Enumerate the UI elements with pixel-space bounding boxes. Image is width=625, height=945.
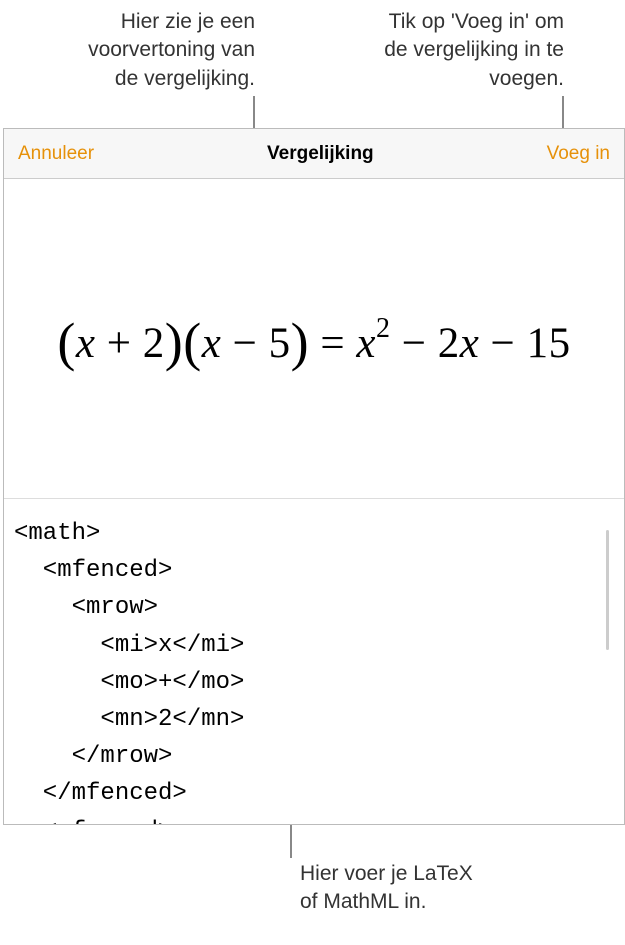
equation-preview: (x + 2)(x − 5) = x2 − 2x − 15 [4,179,624,499]
eq-rparen2: ) [291,312,309,372]
eq-lparen1: ( [57,312,75,372]
callout-preview: Hier zie je eenvoorvertoning vande verge… [40,8,255,93]
eq-15: 15 [527,320,571,367]
eq-sup: 2 [376,313,391,344]
eq-equals: = [309,320,356,367]
editor-header: Annuleer Vergelijking Voeg in [4,129,624,179]
eq-x3: x [356,320,376,367]
eq-x4: x [460,320,480,367]
code-input[interactable]: <math> <mfenced> <mrow> <mi>x</mi> <mo>+… [4,499,624,824]
eq-5: 5 [269,320,291,367]
eq-minus2: − [390,320,437,367]
cancel-button[interactable]: Annuleer [18,143,94,165]
eq-x2: x [202,320,222,367]
equation-rendered: (x + 2)(x − 5) = x2 − 2x − 15 [57,308,570,370]
insert-button[interactable]: Voeg in [547,143,610,165]
eq-minus3: − [479,320,526,367]
eq-x1: x [76,320,96,367]
editor-title: Vergelijking [267,143,374,165]
eq-2: 2 [143,320,165,367]
eq-2x-num: 2 [438,320,460,367]
equation-editor-panel: Annuleer Vergelijking Voeg in (x + 2)(x … [3,128,625,825]
eq-rparen1: ) [165,312,183,372]
callout-input: Hier voer je LaTeXof MathML in. [300,860,550,917]
eq-plus: + [96,320,143,367]
scroll-indicator [606,530,609,650]
callout-insert: Tik op 'Voeg in' omde vergelijking in te… [364,8,564,93]
eq-minus1: − [221,320,268,367]
eq-lparen2: ( [183,312,201,372]
